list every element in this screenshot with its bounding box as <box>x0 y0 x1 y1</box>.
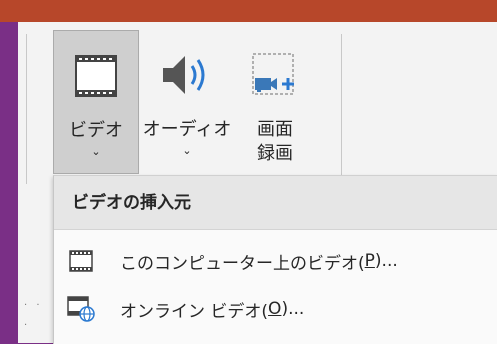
menu-header: ビデオの挿入元 <box>54 176 497 230</box>
audio-button[interactable]: オーディオ ⌄ <box>141 30 233 174</box>
ribbon-group-separator <box>26 34 27 184</box>
screen-recording-button[interactable]: 画面 録画 <box>240 30 310 174</box>
ruler-marks: · · · <box>24 300 43 331</box>
menu-item-video-on-computer[interactable]: このコンピューター上のビデオ(P)... <box>54 239 497 283</box>
ribbon-group-separator <box>341 34 342 184</box>
online-video-icon <box>67 296 95 322</box>
screen-recording-label-line2: 録画 <box>257 143 293 164</box>
video-button[interactable]: ビデオ ⌄ <box>53 30 139 174</box>
menu-item-accelerator: P <box>364 251 375 271</box>
menu-item-label: このコンピューター上のビデオ( <box>120 253 365 274</box>
menu-item-suffix: )... <box>374 251 398 271</box>
title-bar <box>0 0 497 22</box>
film-icon <box>75 55 117 97</box>
chevron-down-icon: ⌄ <box>182 144 192 157</box>
speaker-icon <box>163 56 205 94</box>
menu-item-label: オンライン ビデオ( <box>120 301 269 322</box>
screen-recording-label-line1: 画面 <box>257 119 293 140</box>
film-icon <box>69 250 93 272</box>
audio-button-label: オーディオ <box>142 119 232 140</box>
menu-item-suffix: )... <box>281 299 305 319</box>
menu-item-accelerator: O <box>268 299 282 319</box>
chevron-down-icon: ⌄ <box>91 145 101 158</box>
video-button-label: ビデオ <box>69 120 123 141</box>
screen-recording-icon <box>252 53 294 95</box>
video-insert-menu: ビデオの挿入元 このコンピューター上のビデオ(P)... オンライン ビデオ(… <box>53 175 497 344</box>
menu-item-online-video[interactable]: オンライン ビデオ(O)... <box>54 287 497 331</box>
